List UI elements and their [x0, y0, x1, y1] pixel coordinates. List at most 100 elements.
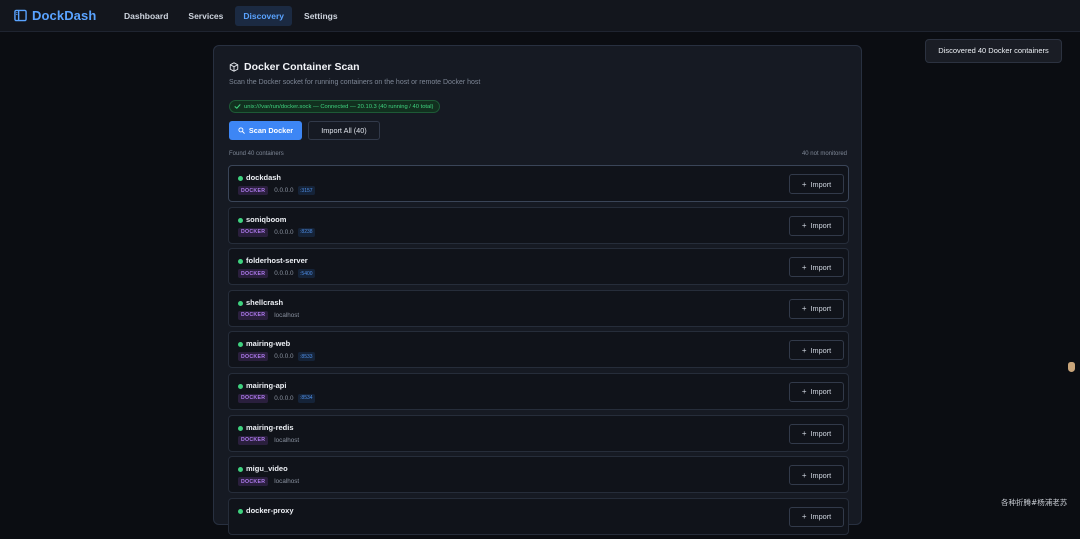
container-name: mairing-api — [246, 380, 287, 390]
docker-badge: DOCKER — [238, 352, 269, 362]
import-label: Import — [810, 387, 832, 397]
docker-badge: DOCKER — [238, 227, 269, 237]
docker-badge: DOCKER — [238, 269, 269, 279]
container-row: mairing-api DOCKER 0.0.0.0 :8534 + Impor… — [228, 372, 849, 410]
container-host: 0.0.0.0 — [274, 394, 294, 402]
running-status-dot — [238, 176, 243, 181]
import-button[interactable]: + Import — [789, 423, 844, 444]
import-label: Import — [810, 179, 832, 189]
container-name: docker-proxy — [246, 505, 294, 515]
import-button[interactable]: + Import — [789, 298, 844, 319]
docker-badge: DOCKER — [238, 186, 269, 195]
card-title: Docker Container Scan — [244, 61, 360, 73]
container-name: mairing-web — [246, 339, 291, 349]
container-row: shellcrash DOCKER localhost + Import — [228, 289, 849, 327]
docker-scan-card: Docker Container Scan Scan the Docker so… — [213, 45, 862, 535]
watermark: 各种折腾#杨浦老苏 — [1001, 498, 1068, 507]
plus-icon: + — [801, 470, 807, 480]
running-status-dot — [238, 217, 243, 223]
plus-icon: + — [801, 429, 807, 439]
toast-notification[interactable]: Discovered 40 Docker containers — [925, 39, 1062, 63]
plus-icon: + — [801, 221, 807, 231]
floating-helper-icon[interactable] — [1068, 362, 1075, 372]
plus-icon: + — [801, 345, 807, 355]
container-meta: DOCKER localhost — [238, 477, 300, 487]
container-row: mairing-redis DOCKER localhost + Import — [228, 414, 849, 452]
container-host: 0.0.0.0 — [274, 353, 294, 361]
import-button[interactable]: + Import — [789, 381, 844, 402]
container-meta: DOCKER localhost — [238, 435, 300, 445]
import-button[interactable]: + Import — [789, 215, 844, 236]
container-row: dockdash DOCKER 0.0.0.0 :3157 + Import — [228, 165, 849, 202]
container-host: 0.0.0.0 — [274, 187, 294, 194]
sidebar-panel-icon — [14, 9, 27, 22]
container-row: docker-proxy + Import — [228, 497, 849, 535]
import-all-button[interactable]: Import All (40) — [308, 121, 380, 140]
running-status-dot — [238, 342, 243, 348]
nav-services[interactable]: Services — [180, 6, 231, 26]
found-count: Found 40 containers — [229, 151, 284, 157]
running-status-dot — [238, 259, 243, 265]
container-name: migu_video — [246, 464, 288, 474]
container-name: mairing-redis — [246, 422, 294, 432]
import-label: Import — [810, 221, 832, 231]
port-badge: :3157 — [297, 186, 316, 195]
container-list: dockdash DOCKER 0.0.0.0 :3157 + Import s… — [228, 165, 849, 539]
container-meta: DOCKER 0.0.0.0 :3157 — [238, 186, 316, 195]
docker-badge: DOCKER — [238, 310, 269, 320]
running-status-dot — [238, 300, 243, 306]
docker-badge: DOCKER — [238, 393, 269, 403]
container-meta: DOCKER 0.0.0.0 :5400 — [238, 269, 316, 279]
import-button[interactable]: + Import — [789, 465, 844, 486]
container-name: shellcrash — [246, 297, 284, 307]
import-label: Import — [810, 262, 832, 272]
not-monitored-count: 40 not monitored — [801, 151, 847, 157]
container-host: 0.0.0.0 — [274, 270, 294, 278]
container-row: mairing-web DOCKER 0.0.0.0 :8533 + Impor… — [228, 331, 849, 369]
import-button[interactable]: + Import — [789, 174, 844, 194]
container-meta: DOCKER 0.0.0.0 :8534 — [238, 393, 316, 403]
import-label: Import — [810, 345, 832, 355]
port-badge: :8238 — [297, 227, 316, 237]
import-button[interactable]: + Import — [789, 340, 844, 361]
top-navbar: DockDash Dashboard Services Discovery Se… — [0, 0, 1080, 32]
import-label: Import — [810, 470, 832, 480]
plus-icon: + — [801, 387, 807, 397]
running-status-dot — [238, 425, 243, 431]
docker-badge: DOCKER — [238, 435, 269, 445]
nav-discovery[interactable]: Discovery — [235, 5, 293, 26]
connection-status-text: unix:///var/run/docker.sock — Connected … — [244, 103, 434, 110]
brand[interactable]: DockDash — [14, 8, 116, 23]
port-badge: :8533 — [297, 352, 316, 362]
brand-name: DockDash — [32, 8, 97, 23]
running-status-dot — [238, 508, 243, 514]
check-icon — [234, 104, 241, 109]
main-nav: Dashboard Services Discovery Settings — [116, 0, 350, 32]
plus-icon: + — [801, 262, 807, 272]
running-status-dot — [238, 383, 243, 389]
container-host: localhost — [274, 311, 300, 319]
container-meta: DOCKER 0.0.0.0 :8238 — [238, 227, 316, 237]
port-badge: :5400 — [297, 269, 316, 279]
container-name: soniqboom — [246, 214, 287, 224]
card-subtitle: Scan the Docker socket for running conta… — [229, 79, 481, 86]
nav-dashboard[interactable]: Dashboard — [116, 6, 176, 26]
import-button[interactable]: + Import — [789, 257, 844, 278]
container-host: localhost — [274, 478, 300, 486]
scan-docker-label: Scan Docker — [248, 126, 294, 135]
connection-status-badge: unix:///var/run/docker.sock — Connected … — [229, 100, 441, 113]
container-meta: DOCKER 0.0.0.0 :8533 — [238, 352, 316, 362]
port-badge: :8534 — [297, 393, 316, 403]
container-row: folderhost-server DOCKER 0.0.0.0 :5400 +… — [228, 248, 849, 286]
container-host: localhost — [274, 436, 300, 444]
card-header: Docker Container Scan — [229, 61, 360, 73]
container-row: migu_video DOCKER localhost + Import — [228, 456, 849, 494]
container-name: folderhost-server — [246, 256, 308, 266]
plus-icon: + — [801, 179, 807, 189]
scan-docker-button[interactable]: Scan Docker — [229, 121, 302, 140]
docker-badge: DOCKER — [238, 477, 269, 487]
nav-settings[interactable]: Settings — [296, 6, 346, 26]
running-status-dot — [238, 467, 243, 473]
container-row: soniqboom DOCKER 0.0.0.0 :8238 + Import — [228, 206, 849, 244]
cube-icon — [229, 62, 239, 72]
